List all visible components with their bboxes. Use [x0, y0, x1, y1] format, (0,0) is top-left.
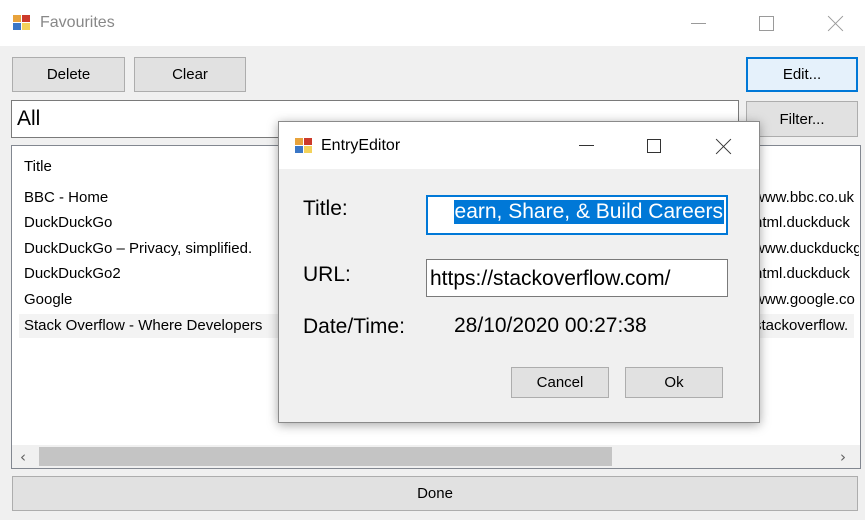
- title-field-selected-text: earn, Share, & Build Careers: [453, 200, 724, 224]
- list-item-url: stackoverflow.: [754, 317, 849, 334]
- app-icon: [13, 15, 31, 31]
- dialog-minimize-button[interactable]: [563, 122, 609, 169]
- dialog-title-bar: EntryEditor: [279, 122, 759, 169]
- title-field[interactable]: earn, Share, & Build Careers: [426, 195, 728, 235]
- datetime-value: 28/10/2020 00:27:38: [454, 314, 647, 337]
- list-item-url: html.duckduck: [754, 265, 850, 282]
- ok-button[interactable]: Ok: [625, 367, 723, 398]
- url-field[interactable]: https://stackoverflow.com/: [426, 259, 728, 297]
- list-item-url: www.bbc.co.uk: [754, 189, 855, 206]
- filter-combo-value: All: [17, 107, 41, 130]
- horizontal-scrollbar[interactable]: ‹ ›: [12, 445, 860, 468]
- list-item-title: Google: [24, 291, 73, 308]
- cancel-button[interactable]: Cancel: [511, 367, 609, 398]
- list-item-url: html.duckduck: [754, 214, 850, 231]
- url-label: URL:: [303, 263, 351, 286]
- list-item-url: www.duckduckg: [754, 240, 859, 257]
- dialog-title: EntryEditor: [321, 137, 401, 154]
- minimize-button[interactable]: [675, 0, 721, 46]
- close-icon: [716, 138, 732, 154]
- minimize-icon: [690, 22, 706, 24]
- scroll-left-icon[interactable]: ‹: [20, 448, 26, 466]
- close-button[interactable]: [813, 0, 859, 46]
- maximize-icon: [758, 15, 774, 31]
- column-header-title[interactable]: Title: [24, 158, 52, 175]
- scrollbar-thumb[interactable]: [39, 447, 612, 466]
- dialog-close-button[interactable]: [701, 122, 747, 169]
- scroll-right-icon[interactable]: ›: [840, 448, 846, 466]
- datetime-label: Date/Time:: [303, 315, 405, 338]
- list-item-title: BBC - Home: [24, 189, 109, 206]
- clear-button[interactable]: Clear: [134, 57, 246, 92]
- minimize-icon: [578, 145, 594, 146]
- maximize-button[interactable]: [743, 0, 789, 46]
- dialog-maximize-button[interactable]: [631, 122, 677, 169]
- close-icon: [828, 15, 844, 31]
- filter-button[interactable]: Filter...: [746, 101, 858, 137]
- entry-editor-dialog: EntryEditor Title: earn, Share, & Build …: [278, 121, 760, 423]
- list-item-title: Stack Overflow - Where Developers: [24, 317, 263, 334]
- list-item-title: DuckDuckGo: [24, 214, 113, 231]
- done-button[interactable]: Done: [12, 476, 858, 511]
- list-item-title: DuckDuckGo – Privacy, simplified.: [24, 240, 253, 257]
- window-title: Favourites: [40, 14, 115, 31]
- delete-button[interactable]: Delete: [12, 57, 125, 92]
- dialog-app-icon: [295, 138, 313, 154]
- edit-button[interactable]: Edit...: [746, 57, 858, 92]
- list-item-title: DuckDuckGo2: [24, 265, 121, 282]
- title-label: Title:: [303, 197, 348, 220]
- list-item-url: www.google.co: [754, 291, 855, 308]
- url-field-value: https://stackoverflow.com/: [430, 267, 671, 290]
- maximize-icon: [647, 138, 661, 153]
- main-title-bar: Favourites: [0, 0, 865, 46]
